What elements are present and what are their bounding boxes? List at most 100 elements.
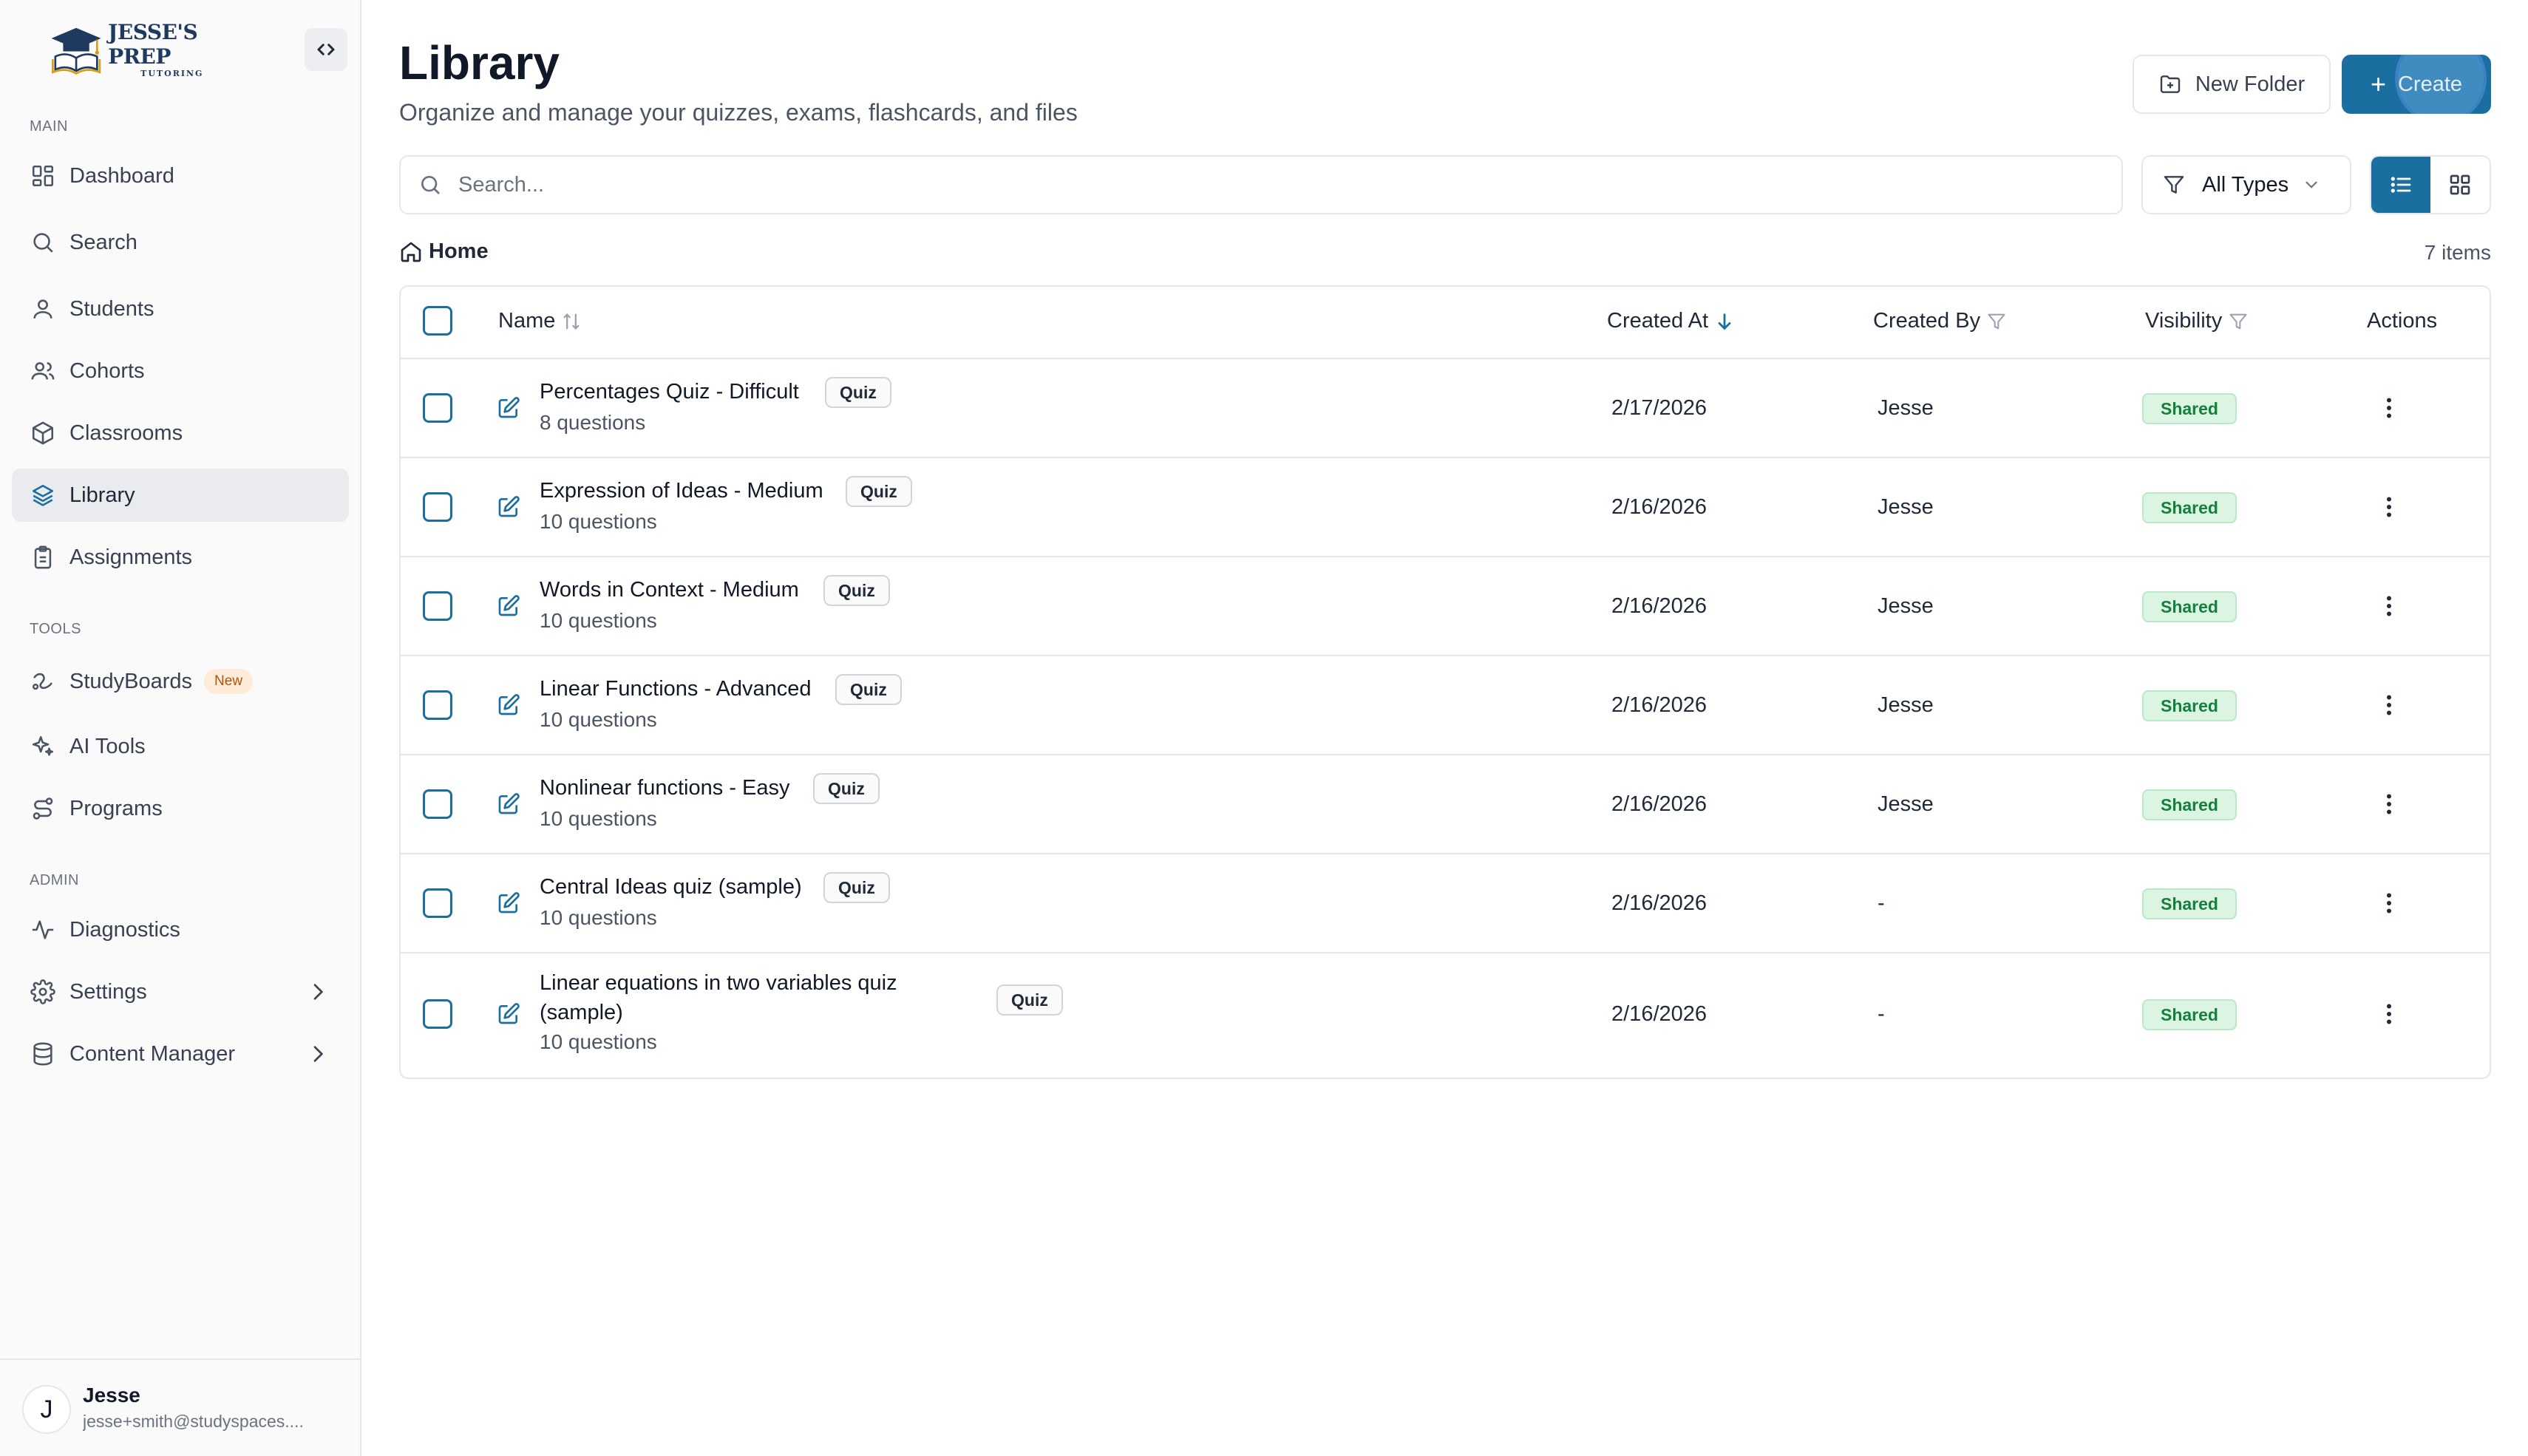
item-name[interactable]: Expression of Ideas - Medium bbox=[540, 479, 823, 503]
column-header-created-at[interactable]: Created At bbox=[1607, 309, 1735, 333]
library-table: Name Created At Created By Visibility Ac… bbox=[399, 285, 2491, 1079]
user-icon bbox=[30, 296, 56, 322]
type-badge: Quiz bbox=[813, 773, 880, 804]
visibility-badge: Shared bbox=[2142, 591, 2237, 622]
database-icon bbox=[30, 1041, 56, 1067]
sidebar-item-assignments[interactable]: Assignments bbox=[12, 531, 349, 584]
view-toggle bbox=[2370, 155, 2491, 214]
row-checkbox[interactable] bbox=[423, 690, 452, 720]
sidebar-item-classrooms[interactable]: Classrooms bbox=[12, 406, 349, 460]
edit-quiz-icon bbox=[498, 892, 520, 914]
item-name[interactable]: Nonlinear functions - Easy bbox=[540, 776, 790, 800]
item-name[interactable]: Percentages Quiz - Difficult bbox=[540, 380, 799, 404]
filter-icon bbox=[1988, 313, 2005, 329]
sidebar-item-programs[interactable]: Programs bbox=[12, 782, 349, 835]
row-checkbox[interactable] bbox=[423, 591, 452, 621]
created-at: 2/16/2026 bbox=[1611, 792, 1708, 816]
sidebar-item-search[interactable]: Search bbox=[12, 216, 349, 269]
grid-view-button[interactable] bbox=[2430, 157, 2490, 213]
table-row[interactable]: Nonlinear functions - Easy Quiz 10 quest… bbox=[401, 755, 2490, 854]
table-row[interactable]: Linear equations in two variables quiz (… bbox=[401, 953, 2490, 1078]
more-vertical-icon[interactable] bbox=[2376, 692, 2402, 718]
edit-quiz-icon bbox=[498, 397, 520, 418]
type-filter-select[interactable]: All Types bbox=[2141, 155, 2351, 214]
column-header-visibility[interactable]: Visibility bbox=[2145, 309, 2249, 333]
question-count: 10 questions bbox=[540, 906, 657, 929]
route-icon bbox=[30, 795, 56, 822]
item-name[interactable]: Words in Context - Medium bbox=[540, 578, 799, 602]
sidebar-item-label: Content Manager bbox=[69, 1041, 236, 1066]
select-all-checkbox[interactable] bbox=[423, 306, 452, 336]
more-vertical-icon[interactable] bbox=[2376, 890, 2402, 916]
sidebar-item-diagnostics[interactable]: Diagnostics bbox=[12, 903, 349, 956]
question-count: 10 questions bbox=[540, 708, 657, 731]
column-header-created-by[interactable]: Created By bbox=[1873, 309, 2007, 333]
item-name[interactable]: Linear equations in two variables quiz bbox=[540, 971, 897, 996]
sidebar-item-cohorts[interactable]: Cohorts bbox=[12, 344, 349, 398]
row-checkbox[interactable] bbox=[423, 393, 452, 423]
search-icon bbox=[421, 176, 440, 194]
table-row[interactable]: Linear Functions - Advanced Quiz 10 ques… bbox=[401, 656, 2490, 755]
breadcrumb[interactable]: Home bbox=[399, 239, 489, 264]
table-row[interactable]: Percentages Quiz - Difficult Quiz 8 ques… bbox=[401, 359, 2490, 458]
brand-logo[interactable]: JESSE'S PREP TUTORING bbox=[49, 20, 248, 78]
breadcrumb-home: Home bbox=[429, 239, 489, 263]
sidebar-item-library[interactable]: Library bbox=[12, 469, 349, 522]
sidebar-item-ai-tools[interactable]: AI Tools bbox=[12, 720, 349, 773]
sidebar-item-students[interactable]: Students bbox=[12, 282, 349, 336]
more-vertical-icon[interactable] bbox=[2376, 494, 2402, 520]
section-label-tools: TOOLS bbox=[30, 621, 81, 637]
more-vertical-icon[interactable] bbox=[2376, 593, 2402, 619]
created-by: Jesse bbox=[1878, 594, 1934, 618]
column-header-name[interactable]: Name bbox=[498, 309, 582, 333]
sidebar: JESSE'S PREP TUTORING MAIN Dashboard Sea… bbox=[0, 0, 361, 1456]
column-header-actions: Actions bbox=[2367, 309, 2437, 333]
sidebar-item-studyboards[interactable]: StudyBoards New bbox=[12, 655, 349, 708]
table-row[interactable]: Central Ideas quiz (sample) Quiz 10 ques… bbox=[401, 854, 2490, 953]
sidebar-item-label: AI Tools bbox=[69, 734, 146, 758]
user-profile[interactable]: J Jesse jesse+smith@studyspaces.... bbox=[0, 1358, 361, 1456]
type-badge: Quiz bbox=[825, 377, 891, 408]
chevron-down-icon bbox=[2306, 181, 2317, 188]
more-vertical-icon[interactable] bbox=[2376, 395, 2402, 421]
more-vertical-icon[interactable] bbox=[2376, 791, 2402, 817]
activity-icon bbox=[30, 916, 56, 943]
item-name-continued[interactable]: (sample) bbox=[540, 1001, 623, 1025]
sidebar-item-label: Diagnostics bbox=[69, 917, 180, 942]
type-filter-value: All Types bbox=[2202, 172, 2289, 197]
sidebar-item-label: Classrooms bbox=[69, 421, 183, 445]
page-subtitle: Organize and manage your quizzes, exams,… bbox=[399, 99, 1078, 126]
filter-icon bbox=[2229, 313, 2247, 329]
row-checkbox[interactable] bbox=[423, 888, 452, 918]
user-name: Jesse bbox=[83, 1384, 140, 1406]
create-button[interactable]: + Create bbox=[2342, 55, 2491, 114]
list-view-button[interactable] bbox=[2371, 157, 2430, 213]
search-bar[interactable] bbox=[399, 155, 2123, 214]
created-by: Jesse bbox=[1878, 495, 1934, 519]
edit-quiz-icon bbox=[498, 496, 520, 517]
table-row[interactable]: Words in Context - Medium Quiz 10 questi… bbox=[401, 557, 2490, 656]
row-checkbox[interactable] bbox=[423, 789, 452, 819]
home-icon bbox=[401, 242, 421, 262]
more-vertical-icon[interactable] bbox=[2376, 1001, 2402, 1027]
sidebar-item-content-manager[interactable]: Content Manager bbox=[12, 1027, 349, 1081]
question-count: 10 questions bbox=[540, 609, 657, 632]
new-folder-button[interactable]: New Folder bbox=[2133, 55, 2331, 114]
search-input[interactable] bbox=[458, 172, 2084, 197]
sidebar-collapse-button[interactable] bbox=[305, 28, 347, 71]
row-checkbox[interactable] bbox=[423, 999, 452, 1029]
sidebar-item-label: Students bbox=[69, 296, 154, 321]
sidebar-item-label: Cohorts bbox=[69, 358, 145, 383]
table-row[interactable]: Expression of Ideas - Medium Quiz 10 que… bbox=[401, 458, 2490, 557]
sidebar-item-dashboard[interactable]: Dashboard bbox=[12, 149, 349, 203]
layers-icon bbox=[30, 482, 56, 508]
edit-quiz-icon bbox=[498, 1003, 520, 1024]
sidebar-item-settings[interactable]: Settings bbox=[12, 965, 349, 1018]
column-label: Created At bbox=[1607, 309, 1709, 333]
users-icon bbox=[30, 358, 56, 384]
item-name[interactable]: Linear Functions - Advanced bbox=[540, 677, 812, 701]
created-at: 2/16/2026 bbox=[1611, 1002, 1708, 1026]
chevron-right-icon bbox=[313, 1046, 324, 1062]
item-name[interactable]: Central Ideas quiz (sample) bbox=[540, 875, 802, 899]
row-checkbox[interactable] bbox=[423, 492, 452, 522]
